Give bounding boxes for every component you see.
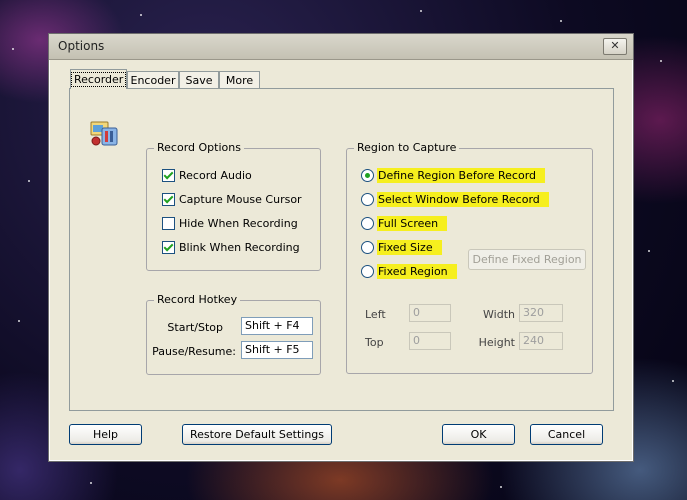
radio-button[interactable] (361, 264, 374, 278)
record-audio-checkbox[interactable]: Record Audio (162, 167, 252, 183)
region-to-capture-title: Region to Capture (354, 141, 460, 154)
tab-save[interactable]: Save (179, 71, 219, 89)
start-stop-hotkey-input[interactable]: Shift + F4 (241, 317, 313, 335)
define-fixed-region-label: Define Fixed Region (472, 253, 582, 266)
top-value: 0 (413, 334, 420, 347)
radio-define-region-before-record[interactable]: Define Region Before Record (361, 167, 546, 183)
tab-save-label: Save (185, 74, 213, 87)
close-icon: ✕ (610, 39, 620, 52)
help-label: Help (92, 428, 119, 441)
restore-default-settings-label: Restore Default Settings (189, 428, 325, 441)
start-stop-label: Start/Stop (167, 321, 223, 334)
height-input[interactable]: 240 (519, 332, 563, 350)
fixed-region-label: Fixed Region (377, 263, 457, 279)
region-to-capture-group: Region to Capture Define Region Before R… (346, 141, 593, 374)
title-bar[interactable]: Options ✕ (49, 34, 633, 60)
tab-more-label: More (225, 74, 254, 87)
tab-encoder[interactable]: Encoder (127, 71, 179, 89)
fixed-size-label: Fixed Size (377, 239, 442, 255)
left-input[interactable]: 0 (409, 304, 451, 322)
radio-button[interactable] (361, 216, 374, 230)
cancel-label: Cancel (547, 428, 586, 441)
ok-label: OK (470, 428, 487, 441)
width-value: 320 (523, 306, 544, 319)
left-label: Left (365, 308, 386, 321)
blink-when-recording-label: Blink When Recording (179, 240, 300, 254)
select-window-label: Select Window Before Record (377, 191, 549, 207)
capture-mouse-cursor-label: Capture Mouse Cursor (179, 192, 302, 206)
start-stop-hotkey-value: Shift + F4 (245, 319, 300, 332)
restore-default-settings-button[interactable]: Restore Default Settings (182, 424, 332, 445)
tab-encoder-label: Encoder (130, 74, 176, 87)
radio-button[interactable] (361, 240, 374, 254)
record-options-group: Record Options Record Audio Capture Mous… (146, 141, 321, 271)
full-screen-label: Full Screen (377, 215, 448, 231)
radio-full-screen[interactable]: Full Screen (361, 215, 448, 231)
capture-mouse-cursor-checkbox[interactable]: Capture Mouse Cursor (162, 191, 302, 207)
window-title: Options (58, 39, 105, 53)
help-button[interactable]: Help (69, 424, 142, 445)
define-region-label: Define Region Before Record (377, 167, 546, 183)
cancel-button[interactable]: Cancel (530, 424, 603, 445)
blink-when-recording-checkbox[interactable]: Blink When Recording (162, 239, 300, 255)
radio-button[interactable] (361, 192, 374, 206)
define-fixed-region-button[interactable]: Define Fixed Region (468, 249, 586, 270)
height-label: Height (478, 336, 515, 349)
checkbox-box[interactable] (162, 240, 175, 254)
top-label: Top (365, 336, 384, 349)
ok-button[interactable]: OK (442, 424, 515, 445)
height-value: 240 (523, 334, 544, 347)
close-button[interactable]: ✕ (603, 38, 627, 55)
radio-button[interactable] (361, 168, 374, 182)
width-label: Width (483, 308, 515, 321)
recorder-app-icon (90, 119, 122, 147)
tab-recorder-label: Recorder (71, 72, 127, 87)
pause-resume-label: Pause/Resume: (152, 345, 236, 358)
options-dialog: Options ✕ Recorder Encoder Save More Rec… (48, 33, 634, 462)
pause-resume-hotkey-input[interactable]: Shift + F5 (241, 341, 313, 359)
checkbox-box[interactable] (162, 168, 175, 182)
hide-when-recording-label: Hide When Recording (179, 216, 298, 230)
tab-recorder[interactable]: Recorder (70, 69, 127, 89)
left-value: 0 (413, 306, 420, 319)
checkbox-box[interactable] (162, 192, 175, 206)
hide-when-recording-checkbox[interactable]: Hide When Recording (162, 215, 298, 231)
record-audio-label: Record Audio (179, 168, 252, 182)
recorder-tab-panel: Record Options Record Audio Capture Mous… (69, 88, 614, 411)
pause-resume-hotkey-value: Shift + F5 (245, 343, 300, 356)
record-options-title: Record Options (154, 141, 244, 154)
record-hotkey-group: Record Hotkey Start/Stop Shift + F4 Paus… (146, 293, 321, 375)
radio-select-window-before-record[interactable]: Select Window Before Record (361, 191, 549, 207)
radio-fixed-region[interactable]: Fixed Region (361, 263, 457, 279)
tab-more[interactable]: More (219, 71, 260, 89)
width-input[interactable]: 320 (519, 304, 563, 322)
top-input[interactable]: 0 (409, 332, 451, 350)
radio-fixed-size[interactable]: Fixed Size (361, 239, 442, 255)
checkbox-box[interactable] (162, 216, 175, 230)
record-hotkey-title: Record Hotkey (154, 293, 241, 306)
